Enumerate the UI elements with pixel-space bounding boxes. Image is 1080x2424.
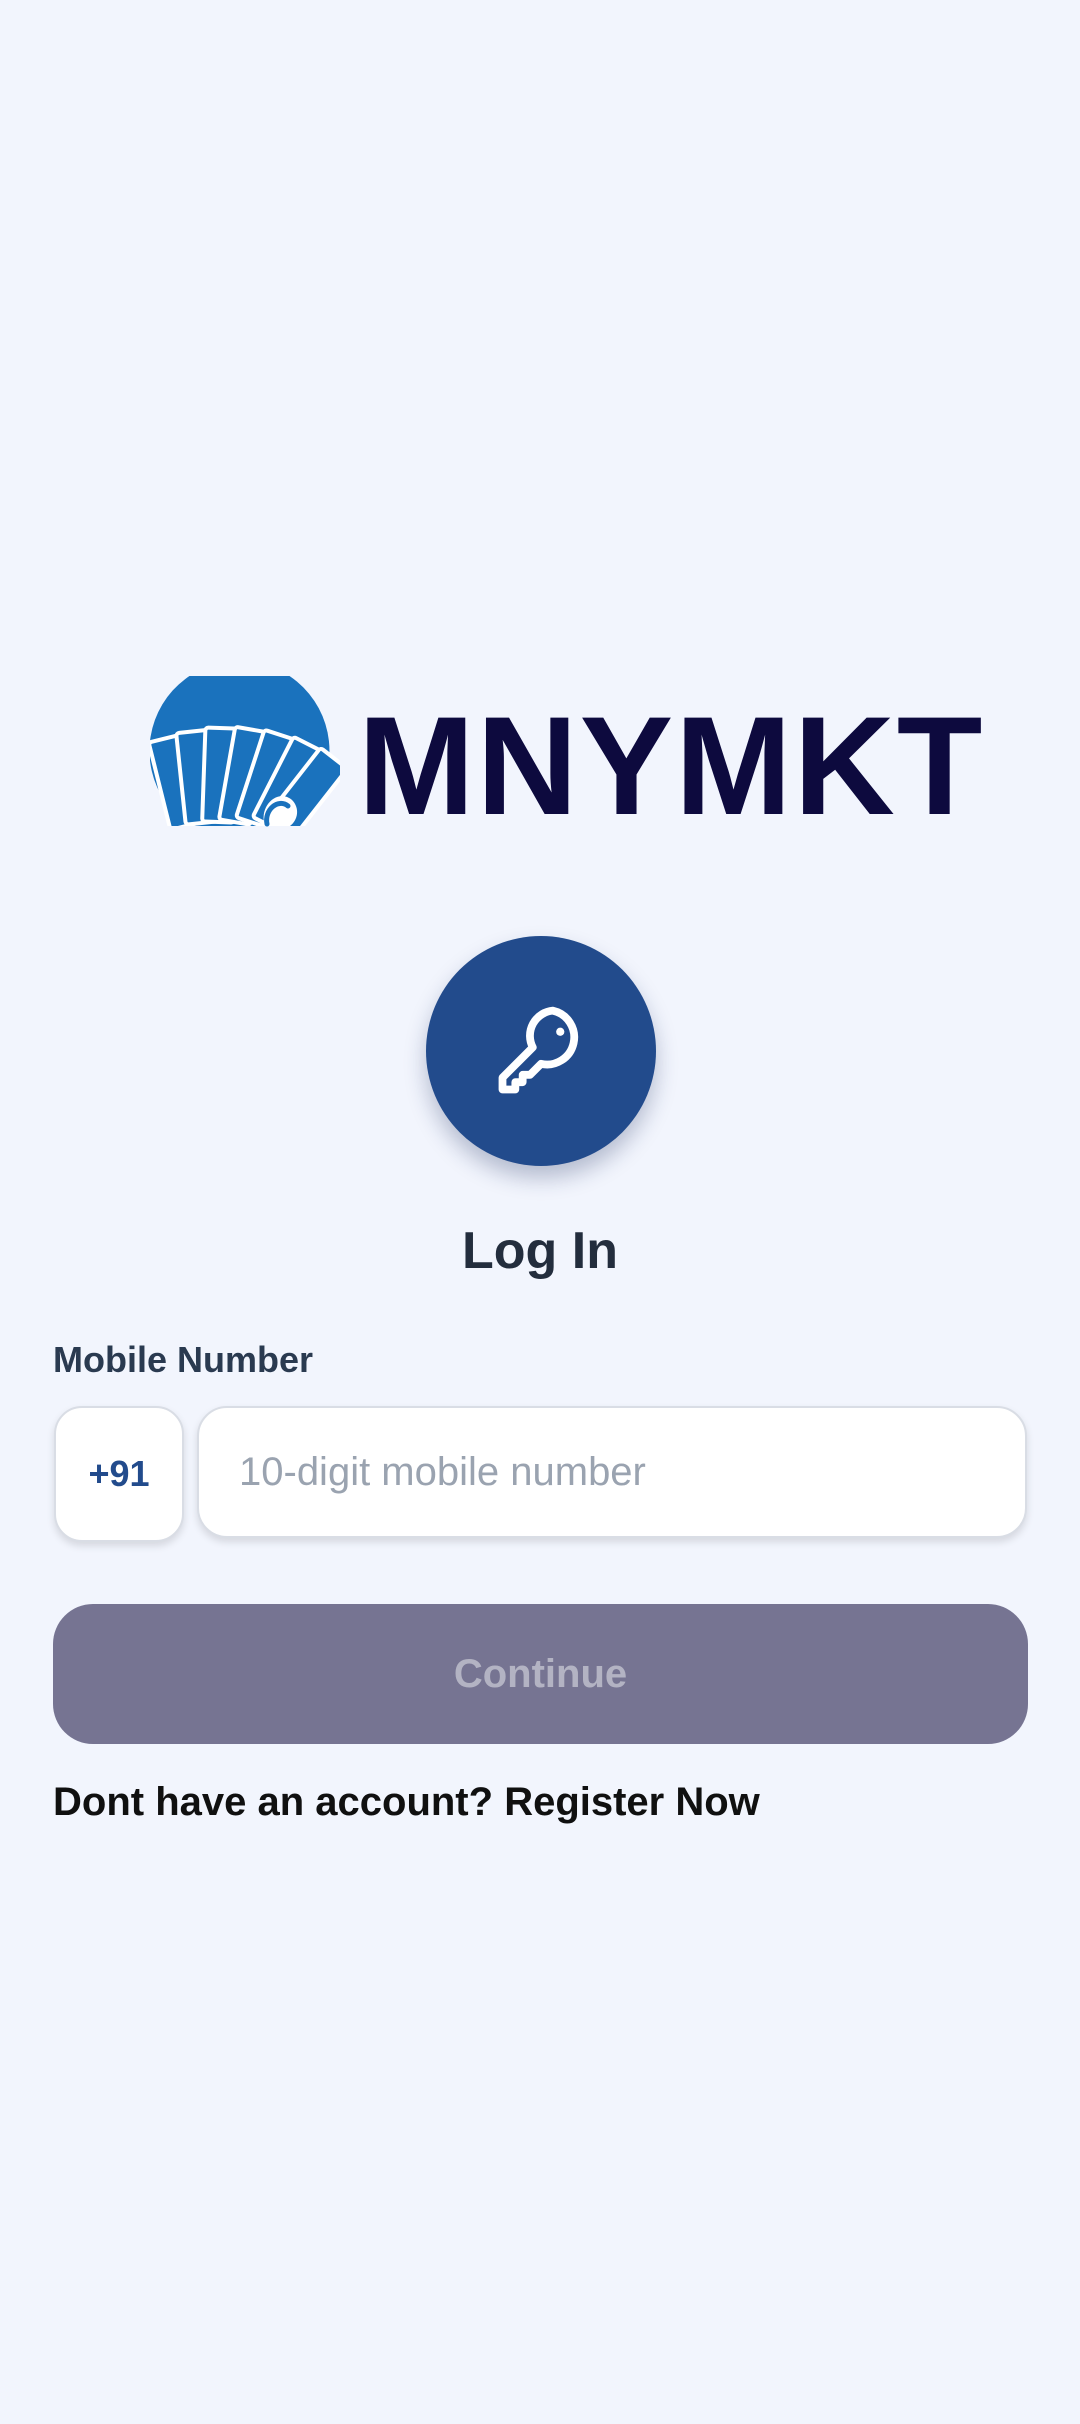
key-icon [498, 1006, 579, 1094]
brand-name: MNYMKT [358, 687, 985, 844]
key-badge [426, 936, 656, 1166]
brand-logo: MNYMKT [150, 676, 982, 836]
register-prompt-line: Dont have an account? Register Now [53, 1774, 760, 1830]
mobile-number-input[interactable] [197, 1406, 1027, 1538]
continue-button[interactable]: Continue [53, 1604, 1028, 1744]
mobile-number-label: Mobile Number [53, 1339, 314, 1380]
country-code-box: +91 [54, 1406, 184, 1542]
register-prompt: Dont have an account? [53, 1780, 494, 1824]
page-title: Log In [462, 1222, 618, 1280]
fanned-cards-logo-icon [150, 676, 340, 836]
register-now-link[interactable]: Register Now [504, 1780, 760, 1824]
